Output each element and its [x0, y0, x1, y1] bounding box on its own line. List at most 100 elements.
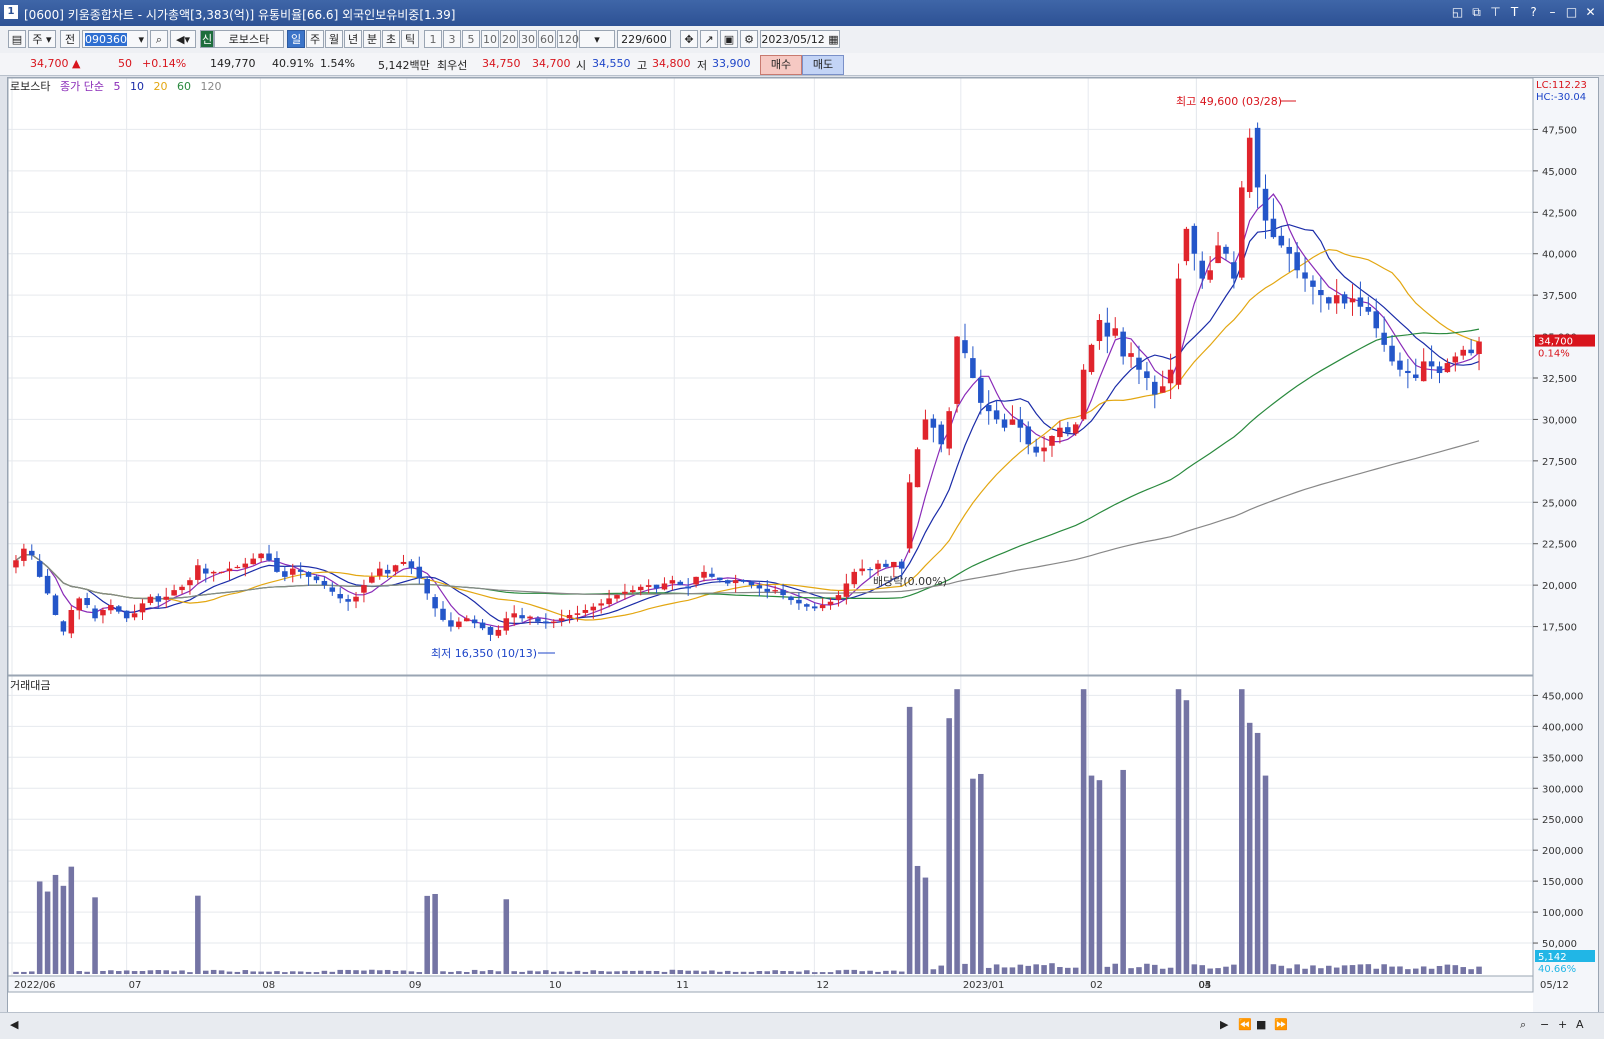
time-axis-label: 05 — [1198, 980, 1211, 991]
candle — [345, 599, 351, 602]
candle — [645, 585, 652, 587]
minimize-button[interactable]: – — [1545, 4, 1560, 20]
interval-30[interactable]: 30 — [519, 30, 537, 48]
volume-bar — [242, 970, 249, 974]
all-market-button[interactable]: 전 — [60, 30, 80, 48]
volume-ratio: 40.91% — [272, 57, 314, 70]
chart-svg[interactable]: 47,50045,00042,50040,00037,50035,00032,5… — [7, 77, 1598, 1012]
interval-1[interactable]: 1 — [424, 30, 442, 48]
tab-tick[interactable]: 틱 — [401, 30, 419, 48]
maximize-button[interactable]: □ — [1564, 4, 1579, 20]
volume-bar — [898, 971, 905, 974]
auto-scale-icon[interactable]: A — [1576, 1018, 1584, 1031]
scroll-right-icon[interactable]: ▶ — [1220, 1018, 1228, 1031]
candle — [1460, 349, 1466, 356]
volume-bar — [748, 971, 755, 974]
volume-bar — [1096, 780, 1103, 974]
draw-tool-icon[interactable]: ↗ — [700, 30, 718, 48]
tab-year[interactable]: 년 — [344, 30, 362, 48]
volume-bar — [851, 969, 858, 974]
candle — [717, 577, 723, 581]
sell-button[interactable]: 매도 — [802, 55, 844, 75]
date-field[interactable]: 2023/05/12 ▦ — [760, 30, 840, 48]
volume-bar — [369, 969, 375, 974]
volume-bar — [321, 970, 328, 974]
candle — [479, 622, 486, 629]
data-count-field[interactable]: 229/600 — [617, 30, 671, 48]
interval-5[interactable]: 5 — [462, 30, 480, 48]
stock-name[interactable]: 로보스타 — [214, 30, 284, 48]
candle — [139, 603, 146, 613]
volume-bar — [914, 865, 921, 974]
tab-day[interactable]: 일 — [287, 30, 305, 48]
lc-label: LC:112.23 — [1536, 80, 1587, 91]
candle — [843, 583, 850, 597]
legend-ma5[interactable]: 5 — [113, 80, 120, 93]
zoom-icon[interactable]: ⌕ — [1520, 1018, 1526, 1032]
volume-bar — [171, 971, 177, 974]
candle — [52, 595, 59, 615]
search-icon[interactable]: ⌕ — [150, 30, 168, 48]
gear-icon[interactable]: ⚙ — [740, 30, 758, 48]
interval-120[interactable]: 120 — [557, 30, 579, 48]
rewind-icon[interactable]: ⏪ — [1238, 1018, 1252, 1031]
close-button[interactable]: ✕ — [1583, 4, 1598, 20]
zoom-in-icon[interactable]: + — [1558, 1018, 1567, 1031]
tab-minute[interactable]: 분 — [363, 30, 381, 48]
interval-3[interactable]: 3 — [443, 30, 461, 48]
volume-legend-title: 거래대금 — [10, 679, 51, 692]
candle — [574, 613, 581, 615]
tab-week[interactable]: 주 — [306, 30, 324, 48]
crosshair-icon[interactable]: ✥ — [680, 30, 698, 48]
help-icon[interactable]: ? — [1526, 4, 1541, 20]
volume-bar — [1444, 964, 1451, 974]
stop-icon[interactable]: ■ — [1256, 1018, 1266, 1031]
legend-ma60[interactable]: 60 — [177, 80, 191, 93]
link-icon[interactable]: ◱ — [1450, 4, 1465, 20]
candle — [115, 606, 122, 612]
stock-code-input[interactable]: 090360 ▾ — [82, 30, 148, 48]
volume-bar — [764, 971, 771, 974]
scroll-left-icon[interactable]: ◀ — [10, 1018, 18, 1031]
volume-bar — [250, 971, 256, 974]
layout-icon[interactable]: ⧉ — [1469, 4, 1484, 20]
interval-20[interactable]: 20 — [500, 30, 518, 48]
candle — [772, 590, 778, 592]
candle — [550, 621, 557, 623]
candle — [1389, 345, 1395, 362]
legend-ma120[interactable]: 120 — [200, 80, 221, 93]
save-icon[interactable]: ▣ — [720, 30, 738, 48]
chart-settings-icon[interactable]: ▤ — [8, 30, 26, 48]
volume-tick-label: 250,000 — [1542, 815, 1583, 826]
time-axis-label: 05/12 — [1540, 980, 1569, 991]
volume-bar — [361, 970, 367, 974]
zoom-out-icon[interactable]: − — [1540, 1018, 1549, 1031]
interval-60[interactable]: 60 — [538, 30, 556, 48]
price-tick-label: 32,500 — [1542, 374, 1577, 385]
candle — [1231, 262, 1237, 279]
candle — [1452, 356, 1459, 363]
price-tick-label: 42,500 — [1542, 208, 1577, 219]
candle — [1096, 320, 1103, 342]
legend-ma20[interactable]: 20 — [153, 80, 167, 93]
tab-second[interactable]: 초 — [382, 30, 400, 48]
volume-bar — [732, 971, 739, 974]
candle — [321, 580, 328, 586]
chart-area[interactable]: 47,50045,00042,50040,00037,50035,00032,5… — [7, 77, 1599, 1013]
candle — [218, 571, 225, 573]
forward-icon[interactable]: ⏩ — [1274, 1018, 1288, 1031]
buy-button[interactable]: 매수 — [760, 55, 802, 75]
scroll-bar[interactable]: ◀ ▶ ⏪ ■ ⏩ ⌕ − + A — [0, 1012, 1604, 1039]
volume-bar — [139, 971, 146, 974]
candle — [29, 550, 35, 556]
volume-bar — [835, 970, 842, 974]
font-icon[interactable]: T — [1507, 4, 1522, 20]
market-type-select[interactable]: 주 ▾ — [28, 30, 56, 48]
tab-month[interactable]: 월 — [325, 30, 343, 48]
pin-icon[interactable]: ⊤ — [1488, 4, 1503, 20]
speaker-icon[interactable]: ◀▾ — [170, 30, 196, 48]
legend-ma10[interactable]: 10 — [130, 80, 144, 93]
window-title: [0600] 키움종합차트 - 시가총액[3,383(억)] 유통비율[66.6… — [24, 8, 456, 22]
interval-custom-select[interactable]: ▾ — [579, 30, 615, 48]
interval-10[interactable]: 10 — [481, 30, 499, 48]
